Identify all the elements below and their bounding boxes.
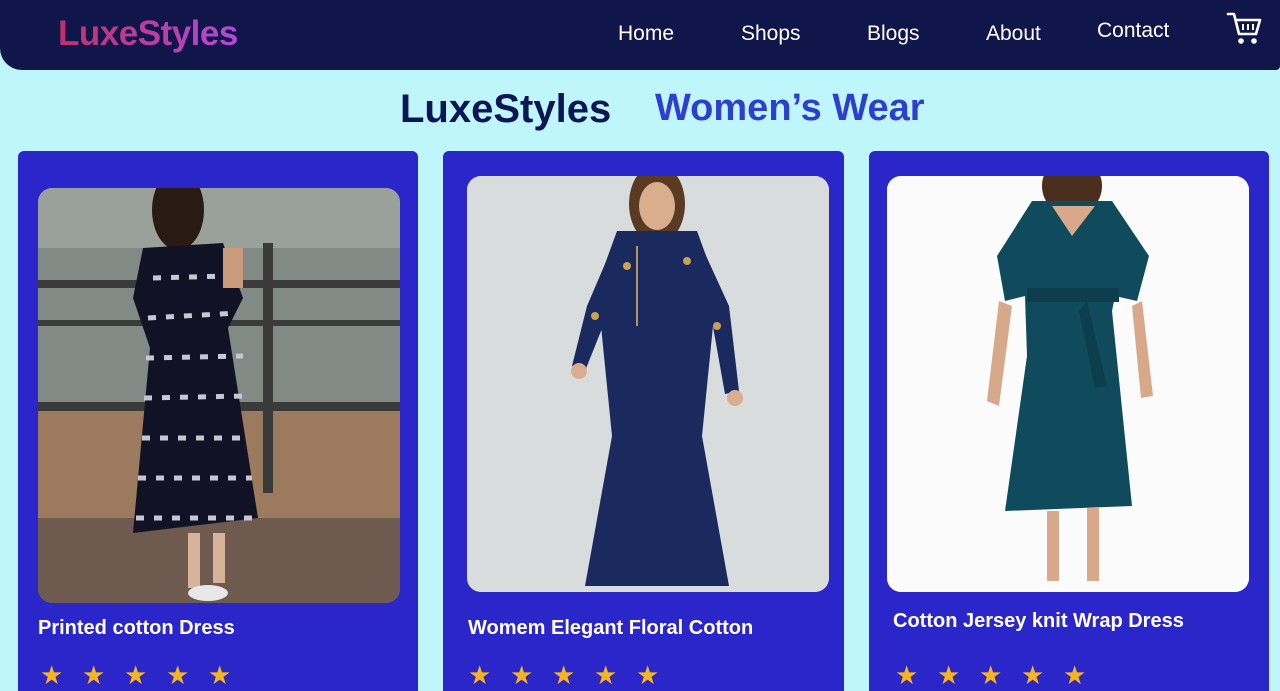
product-title[interactable]: Cotton Jersey knit Wrap Dress	[893, 610, 1184, 633]
product-card[interactable]: Printed cotton Dress ★ ★ ★ ★ ★	[18, 151, 418, 691]
star-rating: ★ ★ ★ ★ ★	[895, 660, 1087, 690]
star-icon: ★	[468, 660, 492, 690]
product-title[interactable]: Womem Elegant Floral Cotton	[468, 617, 753, 640]
heading-subtitle: Women’s Wear	[655, 87, 925, 129]
product-title[interactable]: Printed cotton Dress	[38, 617, 235, 640]
page-heading: LuxeStyles Women’s Wear	[0, 87, 1280, 135]
star-icon: ★	[895, 660, 919, 690]
star-rating: ★ ★ ★ ★ ★	[468, 660, 660, 690]
nav-link-contact[interactable]: Contact	[1097, 19, 1169, 43]
star-icon: ★	[937, 660, 961, 690]
product-image[interactable]	[38, 188, 400, 603]
product-image[interactable]	[467, 176, 829, 592]
star-icon: ★	[510, 660, 534, 690]
star-icon: ★	[82, 660, 106, 690]
nav-link-about[interactable]: About	[986, 22, 1041, 46]
nav-link-blogs[interactable]: Blogs	[867, 22, 920, 46]
shopping-cart-icon[interactable]	[1226, 10, 1262, 46]
navbar: LuxeStyles Home Shops Blogs About Contac…	[0, 0, 1280, 70]
product-card[interactable]: Womem Elegant Floral Cotton ★ ★ ★ ★ ★	[443, 151, 844, 691]
product-image[interactable]	[887, 176, 1249, 592]
nav-link-shops[interactable]: Shops	[741, 22, 801, 46]
nav-link-home[interactable]: Home	[618, 22, 674, 46]
site-logo[interactable]: LuxeStyles	[58, 14, 238, 54]
product-card[interactable]: Cotton Jersey knit Wrap Dress ★ ★ ★ ★ ★	[869, 151, 1269, 691]
heading-brand: LuxeStyles	[400, 87, 612, 131]
star-icon: ★	[1021, 660, 1045, 690]
star-icon: ★	[208, 660, 232, 690]
star-icon: ★	[636, 660, 660, 690]
star-icon: ★	[552, 660, 576, 690]
star-icon: ★	[979, 660, 1003, 690]
star-icon: ★	[1063, 660, 1087, 690]
star-icon: ★	[166, 660, 190, 690]
star-icon: ★	[124, 660, 148, 690]
star-rating: ★ ★ ★ ★ ★	[40, 660, 232, 690]
star-icon: ★	[40, 660, 64, 690]
star-icon: ★	[594, 660, 618, 690]
